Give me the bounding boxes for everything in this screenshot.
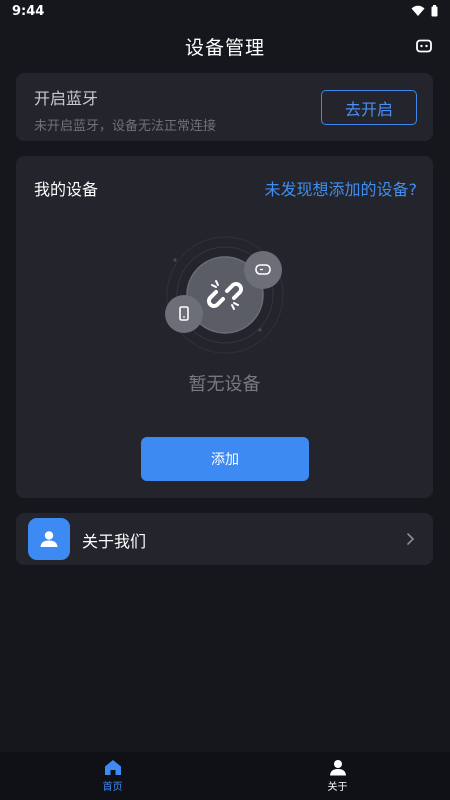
chevron-right-icon — [407, 533, 415, 545]
tab-about[interactable]: 关于 — [225, 752, 450, 800]
bluetooth-title: 开启蓝牙 — [34, 89, 99, 108]
tab-home[interactable]: 首页 — [0, 752, 225, 800]
status-icons — [411, 5, 438, 17]
bottom-tab-bar: 首页 关于 — [0, 752, 450, 800]
enable-bluetooth-button[interactable]: 去开启 — [321, 90, 417, 125]
empty-devices-illustration — [165, 236, 284, 354]
tab-about-label: 关于 — [327, 782, 348, 793]
bluetooth-card: 开启蓝牙 未开启蓝牙，设备无法正常连接 去开启 — [16, 73, 433, 141]
home-icon — [104, 760, 121, 775]
about-us-label: 关于我们 — [82, 532, 147, 551]
status-time: 9:44 — [12, 3, 45, 19]
battery-icon — [431, 5, 438, 17]
person-icon — [28, 518, 70, 560]
bluetooth-subtitle: 未开启蓝牙，设备无法正常连接 — [34, 119, 217, 134]
app-header: 设备管理 — [0, 28, 450, 64]
bot-icon[interactable] — [414, 36, 434, 56]
devices-title: 我的设备 — [34, 180, 99, 199]
page-title: 设备管理 — [184, 36, 265, 59]
device-help-link[interactable]: 未发现想添加的设备? — [265, 176, 418, 200]
empty-state-text: 暂无设备 — [188, 374, 261, 395]
person-icon — [329, 760, 346, 776]
add-device-button[interactable]: 添加 — [141, 437, 309, 481]
gamepad-icon — [244, 251, 282, 289]
wifi-icon — [411, 5, 425, 16]
about-us-row[interactable]: 关于我们 — [16, 513, 433, 565]
tab-home-label: 首页 — [102, 782, 123, 793]
status-bar: 9:44 — [0, 0, 450, 22]
phone-icon — [165, 295, 203, 333]
my-devices-card: 我的设备 未发现想添加的设备? 暂无设备 添加 — [16, 156, 433, 498]
